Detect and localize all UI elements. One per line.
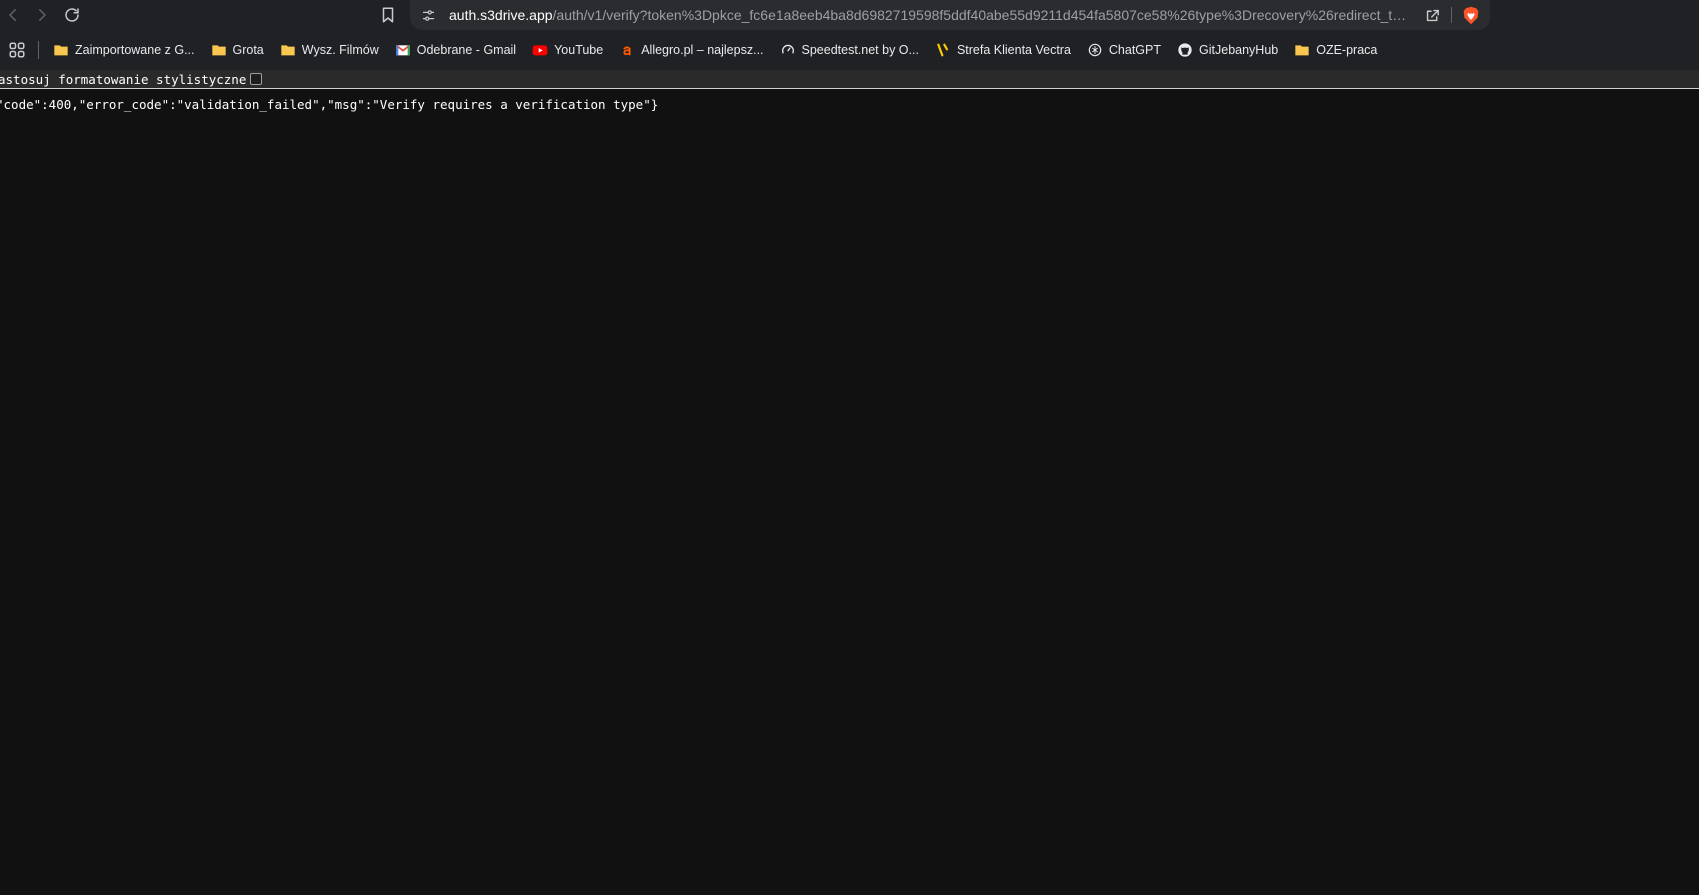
- apps-button[interactable]: [6, 39, 28, 61]
- folder-icon: [53, 42, 69, 58]
- bookmark-label: GitJebanyHub: [1199, 43, 1279, 57]
- tune-icon: [422, 9, 434, 21]
- site-info-button[interactable]: [420, 7, 436, 23]
- omnibox-divider: [1451, 7, 1452, 23]
- bookmark-chatgpt[interactable]: ChatGPT: [1085, 37, 1167, 63]
- reload-icon: [65, 8, 79, 22]
- bookmarks-divider: [38, 41, 39, 59]
- forward-button[interactable]: [30, 3, 54, 27]
- back-button[interactable]: [1, 3, 25, 27]
- folder-icon: [1294, 42, 1310, 58]
- bookmark-allegro[interactable]: Allegro.pl – najlepsz...: [617, 37, 769, 63]
- bookmark-label: Odebrane - Gmail: [416, 43, 517, 57]
- chatgpt-icon: [1087, 42, 1103, 58]
- page-content: "code":400,"error_code":"validation_fail…: [0, 89, 1699, 112]
- bookmark-folder-zaimportowane[interactable]: Zaimportowane z G...: [51, 37, 201, 63]
- bookmark-label: Speedtest.net by O...: [801, 43, 919, 57]
- bookmark-label: Strefa Klienta Vectra: [956, 43, 1071, 57]
- url-path: /auth/v1/verify?token%3Dpkce_fc6e1a8eeb4…: [552, 7, 1409, 23]
- share-button[interactable]: [1422, 5, 1442, 25]
- bookmark-vectra[interactable]: Strefa Klienta Vectra: [933, 37, 1077, 63]
- browser-toolbar: auth.s3drive.app/auth/v1/verify?token%3D…: [0, 0, 1699, 30]
- pretty-print-checkbox[interactable]: [250, 73, 263, 85]
- gmail-icon: [395, 42, 411, 58]
- chevron-left-icon: [9, 9, 16, 21]
- bookmarks-bar: Zaimportowane z G... Grota Wysz. Filmów …: [0, 30, 1699, 70]
- bookmark-label: YouTube: [554, 43, 604, 57]
- github-icon: [1177, 42, 1193, 58]
- json-response: "code":400,"error_code":"validation_fail…: [0, 97, 659, 112]
- vectra-icon: [935, 42, 951, 58]
- bookmark-label: Wysz. Filmów: [301, 43, 379, 57]
- bookmark-folder-oze-praca[interactable]: OZE-praca: [1292, 37, 1383, 63]
- bookmark-gmail[interactable]: Odebrane - Gmail: [393, 37, 522, 63]
- reload-button[interactable]: [60, 3, 84, 27]
- share-icon: [1426, 9, 1439, 21]
- bookmark-speedtest[interactable]: Speedtest.net by O...: [778, 37, 925, 63]
- brave-shields-button[interactable]: [1461, 5, 1481, 25]
- pretty-print-bar: astosuj formatowanie stylistyczne: [0, 70, 1699, 89]
- url-text[interactable]: auth.s3drive.app/auth/v1/verify?token%3D…: [449, 0, 1409, 30]
- pretty-print-toggle[interactable]: astosuj formatowanie stylistyczne: [0, 71, 263, 87]
- bookmark-youtube[interactable]: YouTube: [530, 37, 609, 63]
- bookmark-label: ChatGPT: [1108, 43, 1162, 57]
- pretty-print-label: astosuj formatowanie stylistyczne: [0, 71, 247, 87]
- bookmark-github[interactable]: GitJebanyHub: [1175, 37, 1284, 63]
- youtube-icon: [532, 42, 548, 58]
- bookmark-page-button[interactable]: [376, 3, 400, 27]
- speedtest-icon: [780, 42, 796, 58]
- address-bar[interactable]: auth.s3drive.app/auth/v1/verify?token%3D…: [410, 0, 1490, 30]
- url-host: auth.s3drive.app: [449, 7, 553, 23]
- bookmark-label: Grota: [232, 43, 264, 57]
- folder-icon: [211, 42, 227, 58]
- allegro-icon: [619, 42, 635, 58]
- apps-grid-icon: [9, 42, 25, 58]
- bookmark-icon: [382, 7, 394, 23]
- chevron-right-icon: [39, 9, 46, 21]
- bookmark-folder-grota[interactable]: Grota: [209, 37, 270, 63]
- folder-icon: [280, 42, 296, 58]
- brave-lion-icon: [1463, 6, 1479, 24]
- bookmark-folder-wysz-filmow[interactable]: Wysz. Filmów: [278, 37, 385, 63]
- bookmark-label: Allegro.pl – najlepsz...: [641, 43, 764, 57]
- bookmark-label: OZE-praca: [1316, 43, 1378, 57]
- bookmark-label: Zaimportowane z G...: [75, 43, 195, 57]
